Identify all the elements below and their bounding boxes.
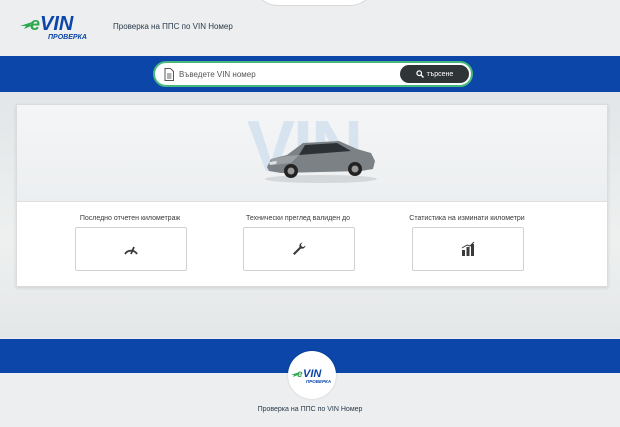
- search-icon: [415, 70, 424, 78]
- stat-box-mileage[interactable]: [75, 227, 187, 271]
- search-box: търсене: [153, 61, 473, 87]
- logo-text: VIN: [40, 13, 74, 35]
- top-tab: [252, 0, 376, 6]
- gauge-icon: [124, 246, 138, 255]
- stat-box-inspection[interactable]: [243, 227, 355, 271]
- bar-chart-icon: [461, 241, 475, 256]
- search-band: търсене: [0, 56, 620, 92]
- stat-last-mileage: Последно отчетен километраж: [55, 215, 205, 271]
- footer-evin-logo: e VIN ПРОВЕРКА: [291, 368, 331, 384]
- footer-logo-subtext: ПРОВЕРКА: [306, 379, 331, 384]
- svg-text:e: e: [30, 14, 40, 34]
- footer-logo[interactable]: e VIN ПРОВЕРКА: [288, 351, 336, 399]
- stat-label-inspection: Технически преглед валиден до: [246, 215, 350, 222]
- header-tagline: Проверка на ППС по VIN Номер: [113, 22, 233, 31]
- vin-info-card: VIN Последно отчетен километраж Техничес…: [16, 104, 608, 287]
- stat-label-mileage: Последно отчетен километраж: [79, 215, 181, 222]
- hero-banner: VIN: [17, 105, 607, 202]
- wrench-icon: [293, 242, 306, 255]
- search-button-label: търсене: [426, 70, 454, 78]
- logo-subtext: ПРОВЕРКА: [48, 34, 87, 41]
- stat-inspection: Технически преглед валиден до: [223, 215, 373, 271]
- document-icon: [164, 68, 174, 81]
- search-button[interactable]: търсене: [400, 65, 469, 83]
- evin-logo[interactable]: e VIN ПРОВЕРКА: [18, 10, 100, 42]
- site-header: e VIN ПРОВЕРКА Проверка на ППС по VIN Но…: [0, 0, 620, 56]
- stat-label-statistics: Статистика на изминати километри: [409, 215, 525, 222]
- vin-search-input[interactable]: [179, 66, 389, 82]
- stat-box-statistics[interactable]: [412, 227, 524, 271]
- footer-tagline: Проверка на ППС по VIN Номер: [257, 406, 363, 413]
- stat-mileage-statistics: Статистика на изминати километри: [392, 215, 542, 271]
- car-image: [265, 141, 377, 183]
